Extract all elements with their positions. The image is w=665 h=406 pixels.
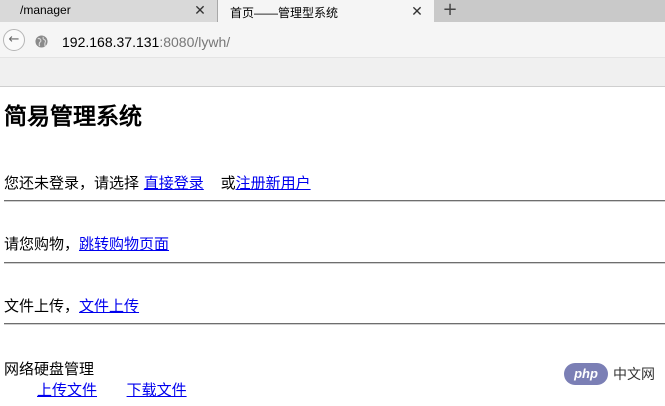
file-upload-link[interactable]: 文件上传 <box>79 297 139 315</box>
back-arrow-icon[interactable]: ← <box>3 29 25 51</box>
watermark-text: 中文网 <box>613 367 655 383</box>
navigation-bar: ← 192.168.37.131:8080/lywh/ <box>0 22 665 58</box>
disk-actions: 上传文件 下载文件 <box>37 379 187 400</box>
page-title: 简易管理系统 <box>4 104 142 130</box>
shop-prompt: 请您购物， <box>4 235 80 253</box>
shop-link[interactable]: 跳转购物页面 <box>79 235 169 253</box>
close-icon[interactable]: ✕ <box>408 2 426 20</box>
login-prompt: 您还未登录，请选择 <box>4 174 144 192</box>
tab-home-active[interactable]: 首页——管理型系统 ✕ <box>218 0 434 22</box>
disk-download-link[interactable]: 下载文件 <box>127 381 187 399</box>
or-text: 或 <box>220 174 236 192</box>
site-watermark: php 中文网 <box>564 363 655 385</box>
upload-prompt: 文件上传， <box>4 297 80 315</box>
close-icon[interactable]: ✕ <box>191 1 209 19</box>
url-host: 192.168.37.131 <box>62 34 160 50</box>
divider <box>4 262 665 264</box>
divider <box>4 323 665 325</box>
direct-login-link[interactable]: 直接登录 <box>144 174 204 192</box>
globe-icon <box>35 35 48 48</box>
address-bar[interactable]: 192.168.37.131:8080/lywh/ <box>62 34 230 50</box>
disk-title: 网络硬盘管理 <box>4 360 95 378</box>
login-row: 您还未登录，请选择 直接登录 或注册新用户 <box>4 172 311 193</box>
tab-title: /manager <box>20 3 71 17</box>
plus-icon[interactable]: + <box>440 0 460 22</box>
shop-row: 请您购物，跳转购物页面 <box>4 233 169 254</box>
tab-strip: /manager ✕ 首页——管理型系统 ✕ + <box>0 0 665 22</box>
url-path: :8080/lywh/ <box>159 34 231 50</box>
upload-row: 文件上传，文件上传 <box>4 295 139 316</box>
bookmarks-toolbar <box>0 58 665 87</box>
php-logo: php <box>564 363 608 385</box>
disk-upload-link[interactable]: 上传文件 <box>37 381 97 399</box>
tab-title: 首页——管理型系统 <box>230 6 339 20</box>
register-link[interactable]: 注册新用户 <box>236 174 311 192</box>
tab-manager[interactable]: /manager ✕ <box>0 0 218 22</box>
divider <box>4 200 665 202</box>
